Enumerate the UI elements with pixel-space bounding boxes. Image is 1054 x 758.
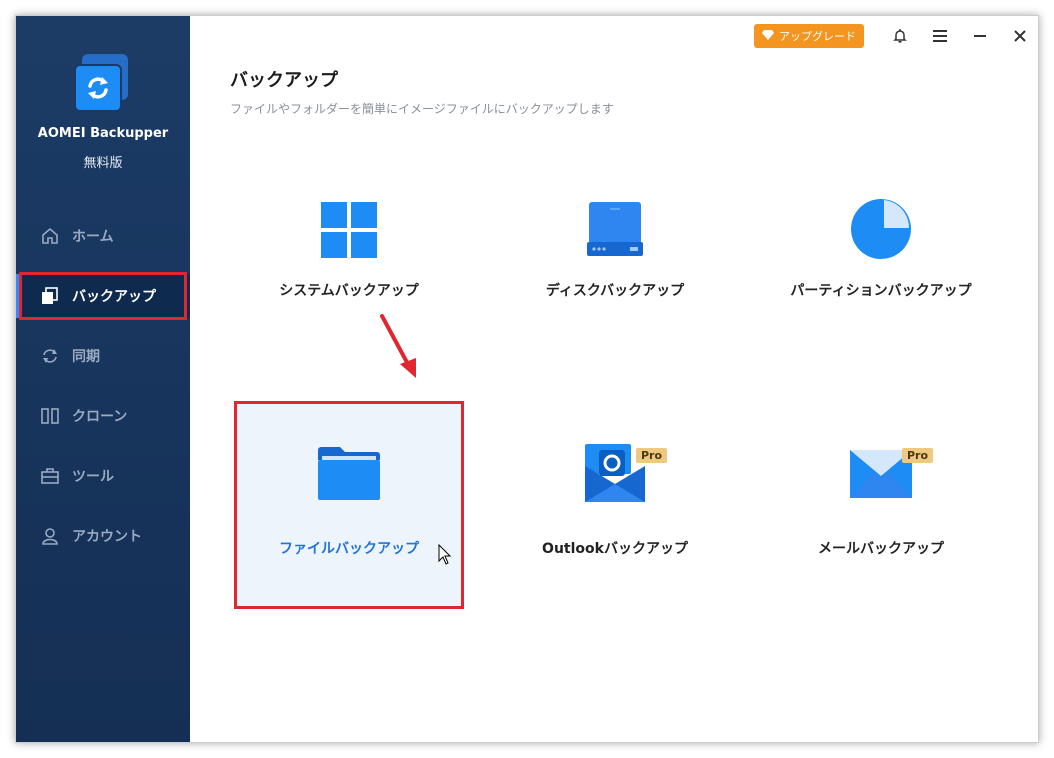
sync-icon bbox=[40, 346, 60, 366]
app-window: AOMEI Backupper 無料版 ホーム バックアップ 同期 クローン ツ… bbox=[15, 15, 1039, 743]
sidebar-item-label: 同期 bbox=[72, 349, 100, 365]
sidebar-item-label: ツール bbox=[72, 469, 114, 485]
card-mail-backup[interactable]: Pro メールバックアップ bbox=[768, 404, 994, 608]
page-subtitle: ファイルやフォルダーを簡単にイメージファイルにバックアップします bbox=[230, 102, 614, 116]
title-bar: アップグレード bbox=[754, 16, 1040, 56]
sidebar-item-label: ホーム bbox=[72, 229, 114, 245]
home-icon bbox=[40, 226, 60, 246]
card-label: メールバックアップ bbox=[818, 541, 944, 557]
card-label: パーティションバックアップ bbox=[790, 283, 972, 299]
app-name: AOMEI Backupper bbox=[37, 126, 169, 141]
diamond-icon bbox=[762, 29, 774, 43]
main-panel: アップグレード バックアップ ファイルやフォルダーを簡単にイメージファイルにバッ… bbox=[190, 16, 1040, 742]
bell-icon[interactable] bbox=[880, 16, 920, 56]
tools-icon bbox=[40, 466, 60, 486]
mouse-cursor-icon bbox=[438, 543, 452, 570]
sidebar-item-home[interactable]: ホーム bbox=[16, 214, 190, 258]
card-partition-backup[interactable]: パーティションバックアップ bbox=[768, 184, 994, 388]
card-outlook-backup[interactable]: Pro Outlookバックアップ bbox=[502, 404, 728, 608]
mail-icon bbox=[768, 450, 994, 498]
close-icon[interactable] bbox=[1000, 16, 1040, 56]
upgrade-label: アップグレード bbox=[779, 30, 856, 43]
card-disk-backup[interactable]: ディスクバックアップ bbox=[502, 184, 728, 388]
partition-pie-icon bbox=[768, 198, 994, 260]
sidebar-item-label: アカウント bbox=[72, 529, 142, 545]
menu-icon[interactable] bbox=[920, 16, 960, 56]
sidebar-item-clone[interactable]: クローン bbox=[16, 394, 190, 438]
sidebar-item-tools[interactable]: ツール bbox=[16, 454, 190, 498]
card-label: ディスクバックアップ bbox=[545, 283, 685, 299]
page-title: バックアップ bbox=[230, 70, 338, 91]
account-icon bbox=[40, 526, 60, 546]
pro-badge: Pro bbox=[902, 448, 934, 463]
windows-icon bbox=[236, 202, 462, 258]
card-system-backup[interactable]: システムバックアップ bbox=[236, 184, 462, 388]
disk-icon bbox=[502, 200, 728, 258]
upgrade-button[interactable]: アップグレード bbox=[754, 24, 864, 48]
clone-icon bbox=[40, 406, 60, 426]
red-arrow-icon bbox=[376, 312, 424, 386]
pro-badge: Pro bbox=[636, 448, 668, 463]
app-edition: 無料版 bbox=[83, 156, 123, 171]
sidebar-item-account[interactable]: アカウント bbox=[16, 514, 190, 558]
outlook-icon bbox=[502, 444, 728, 504]
card-label: Outlookバックアップ bbox=[542, 541, 688, 557]
highlight-box bbox=[234, 401, 464, 609]
sidebar-item-label: クローン bbox=[72, 409, 128, 425]
aomei-logo-icon bbox=[72, 54, 132, 114]
card-label: システムバックアップ bbox=[279, 283, 419, 299]
sidebar-item-sync[interactable]: 同期 bbox=[16, 334, 190, 378]
minimize-icon[interactable] bbox=[960, 16, 1000, 56]
sidebar: AOMEI Backupper 無料版 ホーム バックアップ 同期 クローン ツ… bbox=[16, 16, 190, 742]
highlight-box bbox=[19, 272, 187, 320]
